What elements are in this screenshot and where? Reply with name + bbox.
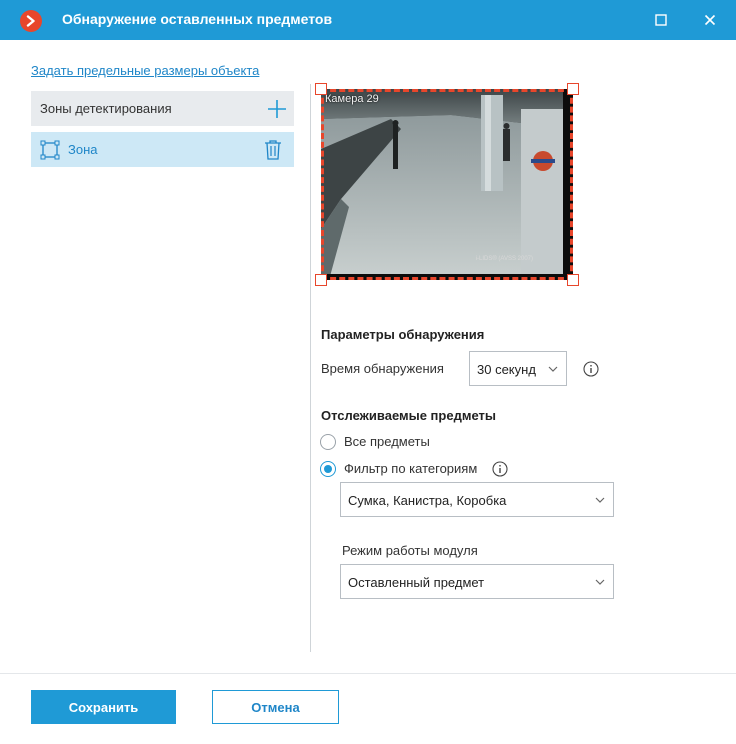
window-title: Обнаружение оставленных предметов [62,11,333,27]
save-button[interactable]: Сохранить [31,690,176,724]
all-objects-radio[interactable] [320,434,336,450]
camera-scene-image [321,89,573,280]
chevron-down-icon [595,579,605,585]
zones-header-title: Зоны детектирования [40,101,172,116]
module-mode-select[interactable]: Оставленный предмет [340,564,614,599]
zone-handle-top-right[interactable] [567,83,579,95]
footer-divider [0,673,736,674]
zone-label: Зона [68,142,98,157]
cancel-button[interactable]: Отмена [212,690,339,724]
module-mode-label: Режим работы модуля [342,543,478,558]
module-mode-value: Оставленный предмет [348,575,485,590]
zones-header: Зоны детектирования [31,91,294,126]
categories-value: Сумка, Канистра, Коробка [348,493,507,508]
filter-by-category-radio[interactable] [320,461,336,477]
set-object-size-link[interactable]: Задать предельные размеры объекта [31,63,259,78]
categories-select[interactable]: Сумка, Канистра, Коробка [340,482,614,517]
zone-polygon-icon [40,140,60,160]
close-button[interactable] [697,8,723,32]
add-zone-button[interactable] [265,97,289,121]
zone-handle-bottom-right[interactable] [567,274,579,286]
camera-label: Камера 29 [325,93,379,105]
maximize-button[interactable] [648,8,674,32]
tracked-objects-title: Отслеживаемые предметы [321,408,496,423]
detection-time-select[interactable]: 30 секунд [469,351,567,386]
camera-preview[interactable]: Камера 29 i-LIDS® (AVSS 2007) [315,83,579,286]
delete-zone-button[interactable] [263,139,283,161]
plus-icon [268,100,286,118]
detection-time-label: Время обнаружения [321,361,444,376]
detection-time-value: 30 секунд [477,362,536,377]
info-icon[interactable] [492,461,508,477]
camera-frame: Камера 29 i-LIDS® (AVSS 2007) [321,89,573,280]
detection-params-title: Параметры обнаружения [321,327,485,342]
zone-list-item[interactable]: Зона [31,132,294,167]
trash-icon [265,140,281,160]
app-logo-icon [20,10,42,32]
all-objects-label[interactable]: Все предметы [344,434,430,449]
zone-handle-top-left[interactable] [315,83,327,95]
zone-handle-bottom-left[interactable] [315,274,327,286]
info-icon[interactable] [583,361,599,377]
filter-by-category-label[interactable]: Фильтр по категориям [344,461,477,476]
chevron-down-icon [548,366,558,372]
panel-divider [310,84,311,652]
maximize-icon [655,14,667,26]
close-icon [704,14,716,26]
chevron-down-icon [595,497,605,503]
title-bar: Обнаружение оставленных предметов [0,0,736,40]
video-watermark: i-LIDS® (AVSS 2007) [475,256,533,262]
